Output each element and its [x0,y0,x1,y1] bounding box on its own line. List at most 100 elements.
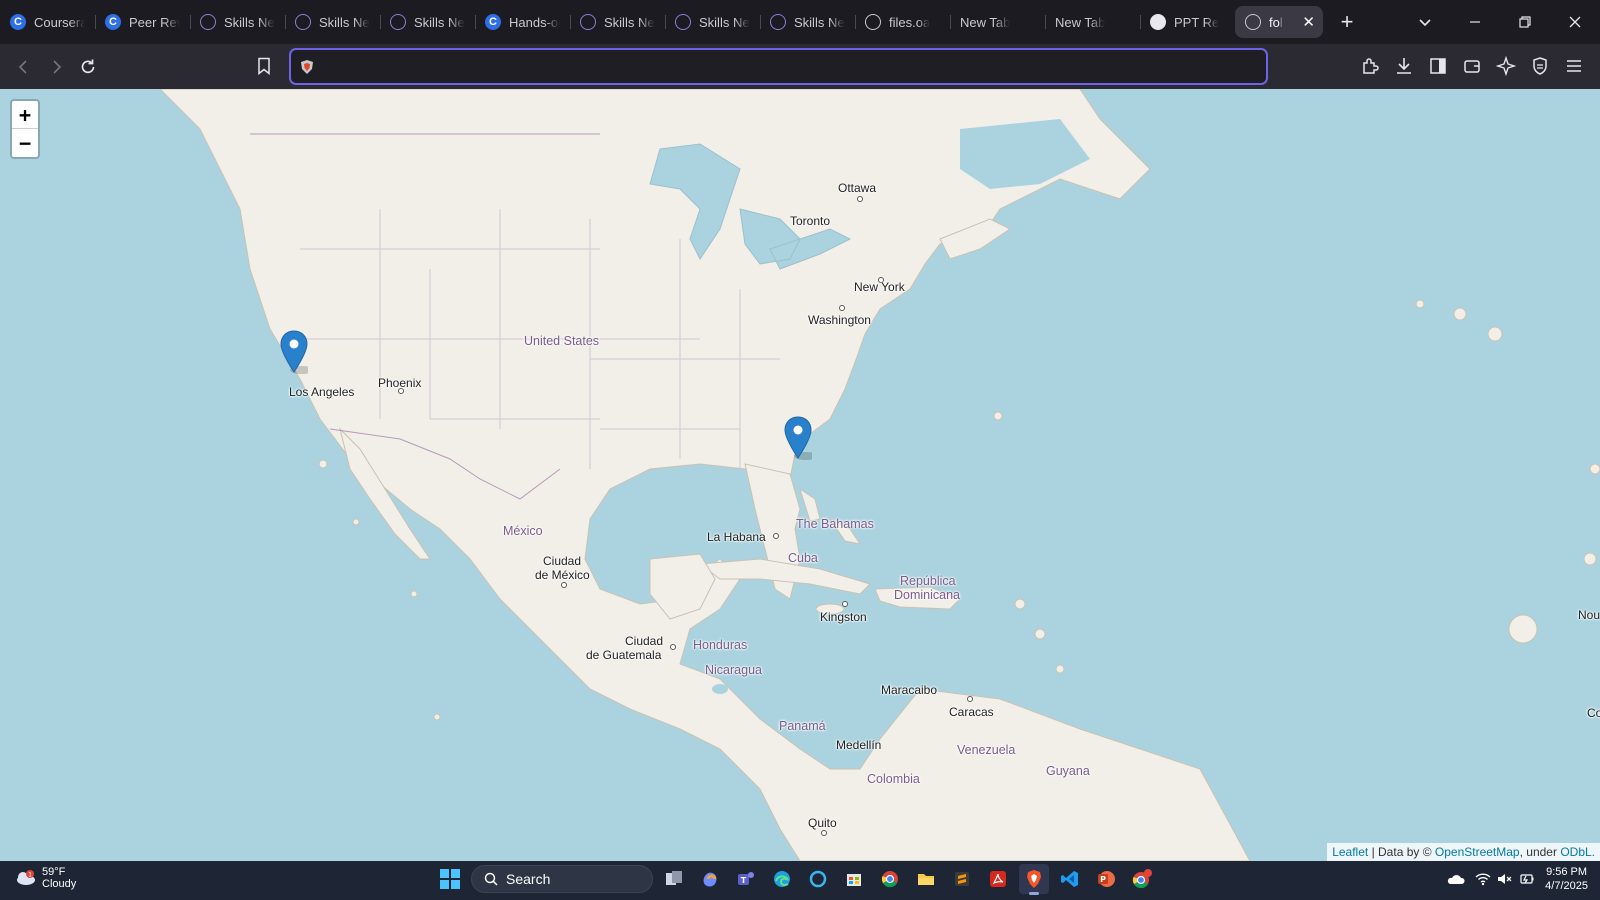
tab-11[interactable]: New Tab [1045,6,1140,38]
clock[interactable]: 9:56 PM 4/7/2025 [1545,865,1588,893]
weather-temp: 59°F [42,866,66,878]
volume-muted-icon[interactable] [1497,872,1513,886]
zoom-in-button[interactable]: + [12,101,38,129]
powerpoint-icon[interactable]: P [1091,864,1121,894]
chrome-icon[interactable] [875,864,905,894]
back-button[interactable] [8,51,40,83]
map-basemap [159,89,1600,861]
odbl-link[interactable]: ODbL. [1560,845,1595,859]
tab-12[interactable]: PPT Re [1140,6,1235,38]
label-quito: Quito [808,816,837,830]
marker-los-angeles[interactable] [280,330,308,374]
cloudy-weather-icon: 1 [17,870,35,885]
tab-list-dropdown-icon[interactable] [1400,0,1450,44]
tab-title: Skills Network [414,14,465,30]
forward-arrow-icon [53,59,62,74]
label-ciudad-de-guatemala-1: Ciudad [625,634,664,648]
openstreetmap-link[interactable]: OpenStreetMap [1435,845,1520,859]
skills-network-icon [295,14,311,30]
sidebar-toggle-icon[interactable] [1422,50,1454,82]
city-dot-washington [839,305,845,311]
restore-button[interactable] [1500,0,1550,44]
label-la-habana: La Habana [707,530,766,544]
label-kingston: Kingston [820,610,867,624]
openai-icon [1150,14,1166,30]
bookmark-button[interactable] [248,50,280,82]
tab-4[interactable]: Skills Network [380,6,475,38]
wallet-icon[interactable] [1456,50,1488,82]
new-tab-button[interactable]: + [1331,6,1363,38]
tab-title: files.oa [889,14,931,30]
taskbar-apps: Search T P [435,864,1157,895]
coursera-icon: C [485,14,501,30]
windows-taskbar: 1 59°F Cloudy Search T P 9:56 PM 4/7/202… [0,861,1600,900]
taskbar-search[interactable]: Search [471,865,653,893]
tab-5[interactable]: C Hands-on [475,6,570,38]
tab-3[interactable]: Skills Network [285,6,380,38]
file-explorer-icon[interactable] [911,864,941,894]
label-toronto: Toronto [790,214,831,228]
close-tab-icon[interactable]: ✕ [1302,13,1315,31]
attribution-under: , under [1519,845,1561,859]
skills-network-icon [580,14,596,30]
download-icon[interactable] [1388,50,1420,82]
reload-button[interactable] [72,51,104,83]
cortana-icon[interactable] [803,864,833,894]
marker-florida[interactable] [784,416,812,460]
clock-time: 9:56 PM [1546,866,1588,878]
close-window-button[interactable] [1550,0,1600,44]
tab-9[interactable]: files.oa [855,6,950,38]
coursera-icon: C [105,14,121,30]
tab-2[interactable]: Skills Network [190,6,285,38]
city-dot-caracas [967,696,973,702]
tab-8[interactable]: Skills Network [760,6,855,38]
start-button[interactable] [435,864,465,894]
url-input[interactable] [321,58,1221,75]
teams-icon[interactable]: T [731,864,761,894]
tab-6[interactable]: Skills Network [570,6,665,38]
weather-widget[interactable]: 1 59°F Cloudy [14,866,76,890]
tab-1[interactable]: C Peer Review [95,6,190,38]
label-co: Co [1587,706,1600,720]
label-republica-2: Dominicana [894,588,961,602]
task-view-icon[interactable] [659,864,689,894]
minimize-button[interactable] [1450,0,1500,44]
extensions-icon[interactable] [1354,50,1386,82]
tab-7[interactable]: Skills Network [665,6,760,38]
label-colombia: Colombia [867,772,920,786]
label-nou: Nou [1578,608,1600,622]
forward-button[interactable] [40,51,72,83]
back-arrow-icon [18,59,27,74]
leo-ai-icon[interactable] [1490,50,1522,82]
acrobat-icon[interactable] [983,864,1013,894]
city-dot-ottawa [857,196,863,202]
brave-shield-icon[interactable] [299,59,315,75]
battery-icon[interactable] [1519,872,1535,886]
store-icon[interactable] [839,864,869,894]
brave-icon[interactable] [1019,864,1049,895]
tab-title: PPT Re [1174,14,1220,30]
city-dot-ciudad-de-mexico [561,582,567,588]
edge-icon[interactable] [767,864,797,894]
menu-icon[interactable] [1558,50,1590,82]
leaflet-link[interactable]: Leaflet [1332,845,1368,859]
vpn-shield-icon[interactable] [1524,50,1556,82]
tab-13[interactable]: fol ✕ [1235,6,1323,38]
tab-title: fol [1269,14,1283,30]
leaflet-map[interactable]: + − Ottawa Toronto New York Washington U… [0,89,1600,861]
lake-nicaragua [712,684,728,694]
tab-0[interactable]: C Coursera [0,6,95,38]
weather-desc: Cloudy [42,878,77,890]
address-bar[interactable] [289,48,1268,85]
sublime-text-icon[interactable] [947,864,977,894]
onedrive-icon[interactable] [1447,872,1465,886]
tab-10[interactable]: New Tab [950,6,1045,38]
wifi-icon[interactable] [1475,872,1491,886]
zoom-out-button[interactable]: − [12,129,38,157]
skills-network-icon [200,14,216,30]
city-dot-quito [821,830,827,836]
chrome-badged-icon[interactable] [1127,864,1157,894]
vscode-icon[interactable] [1055,864,1085,894]
zoom-control: + − [10,99,40,159]
copilot-icon[interactable] [695,864,725,894]
